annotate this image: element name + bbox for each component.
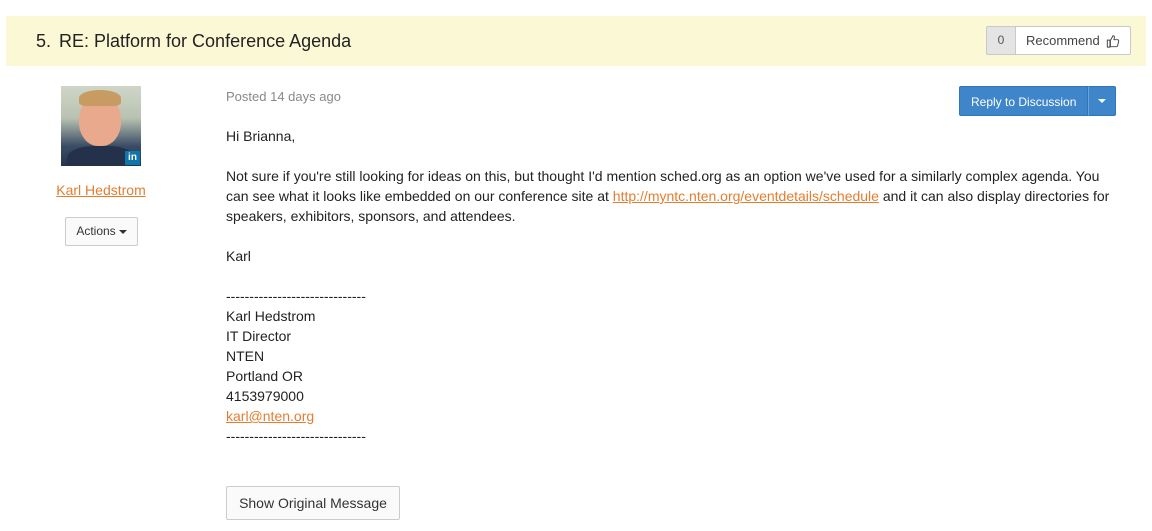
actions-button[interactable]: Actions	[65, 217, 138, 246]
message-body: Hi Brianna, Not sure if you're still loo…	[226, 126, 1118, 446]
reply-button-group: Reply to Discussion	[959, 86, 1117, 116]
author-name-link[interactable]: Karl Hedstrom	[0, 182, 202, 198]
message-header: 5. RE: Platform for Conference Agenda 0 R…	[6, 16, 1146, 66]
message-subject: RE: Platform for Conference Agenda	[59, 31, 352, 51]
caret-down-icon	[118, 229, 127, 234]
recommend-count: 0	[986, 26, 1016, 55]
caret-down-icon	[1098, 99, 1107, 103]
body-paragraph: Not sure if you're still looking for ide…	[226, 166, 1118, 226]
thumbs-up-icon	[1106, 34, 1119, 48]
signature-email-link[interactable]: karl@nten.org	[226, 408, 314, 424]
show-original-message-button[interactable]: Show Original Message	[226, 486, 400, 520]
signature-divider-bottom: ------------------------------	[226, 428, 366, 444]
recommend-button[interactable]: Recommend	[1016, 26, 1131, 55]
recommend-label: Recommend	[1026, 33, 1100, 48]
actions-label: Actions	[76, 224, 116, 238]
message-title: 5. RE: Platform for Conference Agenda	[36, 16, 351, 66]
greeting: Hi Brianna,	[226, 128, 296, 144]
schedule-link[interactable]: http://myntc.nten.org/eventdetails/sched…	[613, 188, 879, 204]
signature-phone: 4153979000	[226, 388, 304, 404]
signature-location: Portland OR	[226, 368, 304, 384]
message-number: 5.	[36, 31, 52, 51]
posted-timestamp: Posted 14 days ago	[226, 89, 341, 104]
signoff: Karl	[226, 248, 251, 264]
author-avatar[interactable]: in	[61, 86, 141, 166]
linkedin-icon[interactable]: in	[125, 151, 140, 165]
reply-to-discussion-button[interactable]: Reply to Discussion	[959, 86, 1089, 116]
signature-title: IT Director	[226, 328, 292, 344]
reply-options-toggle[interactable]	[1088, 86, 1117, 116]
recommend-group: 0 Recommend	[986, 26, 1131, 55]
signature-org: NTEN	[226, 348, 265, 364]
avatar-hair	[79, 90, 121, 106]
signature-divider-top: ------------------------------	[226, 288, 366, 304]
signature-name: Karl Hedstrom	[226, 308, 316, 324]
